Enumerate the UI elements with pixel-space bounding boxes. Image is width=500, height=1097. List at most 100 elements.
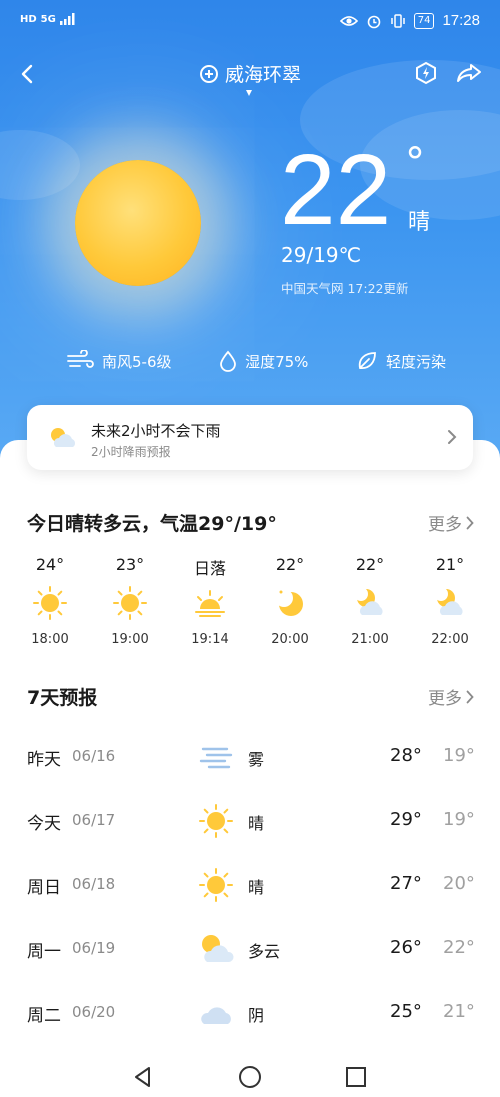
today-summary-title: 今日晴转多云，气温29°/19°: [27, 513, 277, 535]
nav-back-icon[interactable]: [130, 1064, 156, 1090]
day-low: 19°: [443, 745, 475, 766]
location-caret-icon: [246, 90, 252, 96]
add-location-icon[interactable]: [199, 64, 219, 84]
chevron-right-icon: [466, 690, 474, 703]
forecast-day-row[interactable]: 今天 06/17 晴 29° 19°: [0, 801, 500, 841]
rain-card-title: 未来2小时不会下雨: [91, 422, 221, 440]
lightning-hexagon-icon[interactable]: [414, 61, 438, 85]
forecast-title: 7天预报: [27, 687, 98, 709]
hour-column: 21° 22:00: [410, 555, 490, 647]
wind-metric[interactable]: 南风5-6级: [66, 350, 172, 372]
day-high: 28°: [390, 745, 422, 766]
battery-indicator: 74: [413, 12, 435, 29]
day-name: 周二: [27, 1006, 61, 1026]
forecast-day-row[interactable]: 周日 06/18 晴 27° 20°: [0, 865, 500, 905]
day-condition: 雾: [248, 750, 265, 769]
sun-icon: [199, 804, 233, 838]
hour-temperature: 21°: [435, 555, 465, 574]
day-low: 19°: [443, 809, 475, 830]
water-drop-icon: [220, 350, 236, 372]
forecast-day-row[interactable]: 周一 06/19 多云 26° 22°: [0, 929, 500, 969]
weather-hero: HD 5G 74 17:28 威海环翠 22 ° 晴 29/19℃ 中国天气网 …: [0, 0, 500, 470]
day-date: 06/20: [72, 1003, 116, 1021]
current-condition: 晴: [408, 210, 431, 235]
sunset-label: 日落: [193, 559, 226, 578]
weather-metrics: 南风5-6级 湿度75% 轻度污染: [66, 350, 446, 372]
air-quality-metric[interactable]: 轻度污染: [356, 350, 446, 372]
background-cloud: [0, 130, 80, 200]
day-high: 29°: [390, 809, 422, 830]
day-date: 06/17: [72, 811, 116, 829]
leaf-icon: [358, 352, 376, 369]
city-name[interactable]: 威海环翠: [225, 60, 301, 87]
humidity-label: 湿度75%: [245, 352, 309, 371]
sun-illustration: [75, 160, 201, 286]
day-name: 周日: [27, 878, 61, 898]
wind-label: 南风5-6级: [102, 352, 172, 371]
hour-column: 22° 21:00: [330, 555, 410, 647]
day-name: 周一: [27, 942, 61, 962]
alarm-icon: [367, 15, 381, 28]
day-date: 06/18: [72, 875, 116, 893]
status-right: 74 17:28: [339, 12, 480, 29]
forecast-day-row[interactable]: 周二 06/20 阴 25° 21°: [0, 993, 500, 1033]
signal-icon: [59, 13, 75, 25]
vibrate-icon: [390, 13, 405, 28]
partly-cloudy-icon: [51, 428, 76, 447]
rain-card-subtitle: 2小时降雨预报: [91, 445, 171, 459]
status-left: HD 5G: [20, 13, 76, 25]
hour-column: 24° 18:00: [10, 555, 90, 647]
fog-icon: [199, 747, 233, 769]
hour-time: 18:00: [31, 632, 69, 647]
hour-column-sunset: 日落 19:14: [170, 555, 250, 647]
hour-time: 22:00: [431, 632, 469, 647]
hour-temperature: 22°: [275, 555, 305, 574]
sun-icon: [33, 586, 67, 620]
day-low: 20°: [443, 873, 475, 894]
day-low: 21°: [443, 1001, 475, 1022]
rain-forecast-card[interactable]: 未来2小时不会下雨 2小时降雨预报: [27, 405, 473, 470]
hour-temperature: 22°: [355, 555, 385, 574]
day-high: 26°: [390, 937, 422, 958]
hour-temperature: 24°: [35, 555, 65, 574]
day-date: 06/19: [72, 939, 116, 957]
moon-cloud-icon: [354, 587, 383, 615]
more-label: 更多: [428, 515, 462, 535]
today-more-link[interactable]: 更多: [428, 510, 474, 535]
moon-icon: [275, 589, 303, 616]
nav-home-icon[interactable]: [237, 1064, 263, 1090]
update-source: 中国天气网 17:22更新: [281, 281, 409, 296]
more-label: 更多: [428, 689, 462, 709]
current-temperature: 22: [280, 134, 392, 246]
hour-column: 22° 20:00: [250, 555, 330, 647]
temperature-range: 29/19℃: [281, 243, 362, 267]
network-5g-indicator: 5G: [40, 13, 56, 25]
hour-time: 20:00: [271, 632, 309, 647]
share-icon[interactable]: [456, 61, 482, 85]
system-navigation-bar: [0, 1058, 500, 1097]
nav-recents-icon[interactable]: [343, 1064, 369, 1090]
forecast-day-row[interactable]: 昨天 06/16 雾 28° 19°: [0, 737, 500, 777]
cloud-icon: [201, 1007, 231, 1024]
sun-icon: [199, 868, 233, 902]
hour-temperature: 23°: [115, 555, 145, 574]
hour-time: 19:00: [111, 632, 149, 647]
degree-symbol: °: [405, 140, 425, 186]
hour-time: 19:14: [191, 632, 229, 647]
hour-time: 21:00: [351, 632, 389, 647]
air-quality-label: 轻度污染: [385, 352, 446, 371]
day-condition: 阴: [248, 1006, 265, 1025]
day-low: 22°: [443, 937, 475, 958]
day-name: 今天: [27, 814, 61, 834]
top-actions: [414, 61, 482, 85]
day-date: 06/16: [72, 747, 116, 765]
sunset-icon: [195, 590, 225, 617]
day-high: 25°: [390, 1001, 422, 1022]
day-condition: 晴: [248, 814, 265, 833]
wind-icon: [67, 350, 94, 368]
humidity-metric[interactable]: 湿度75%: [219, 350, 308, 372]
partly-cloudy-icon: [202, 935, 234, 962]
moon-cloud-icon: [434, 587, 463, 615]
forecast-more-link[interactable]: 更多: [428, 684, 474, 709]
status-bar: HD 5G 74 17:28: [0, 0, 500, 44]
